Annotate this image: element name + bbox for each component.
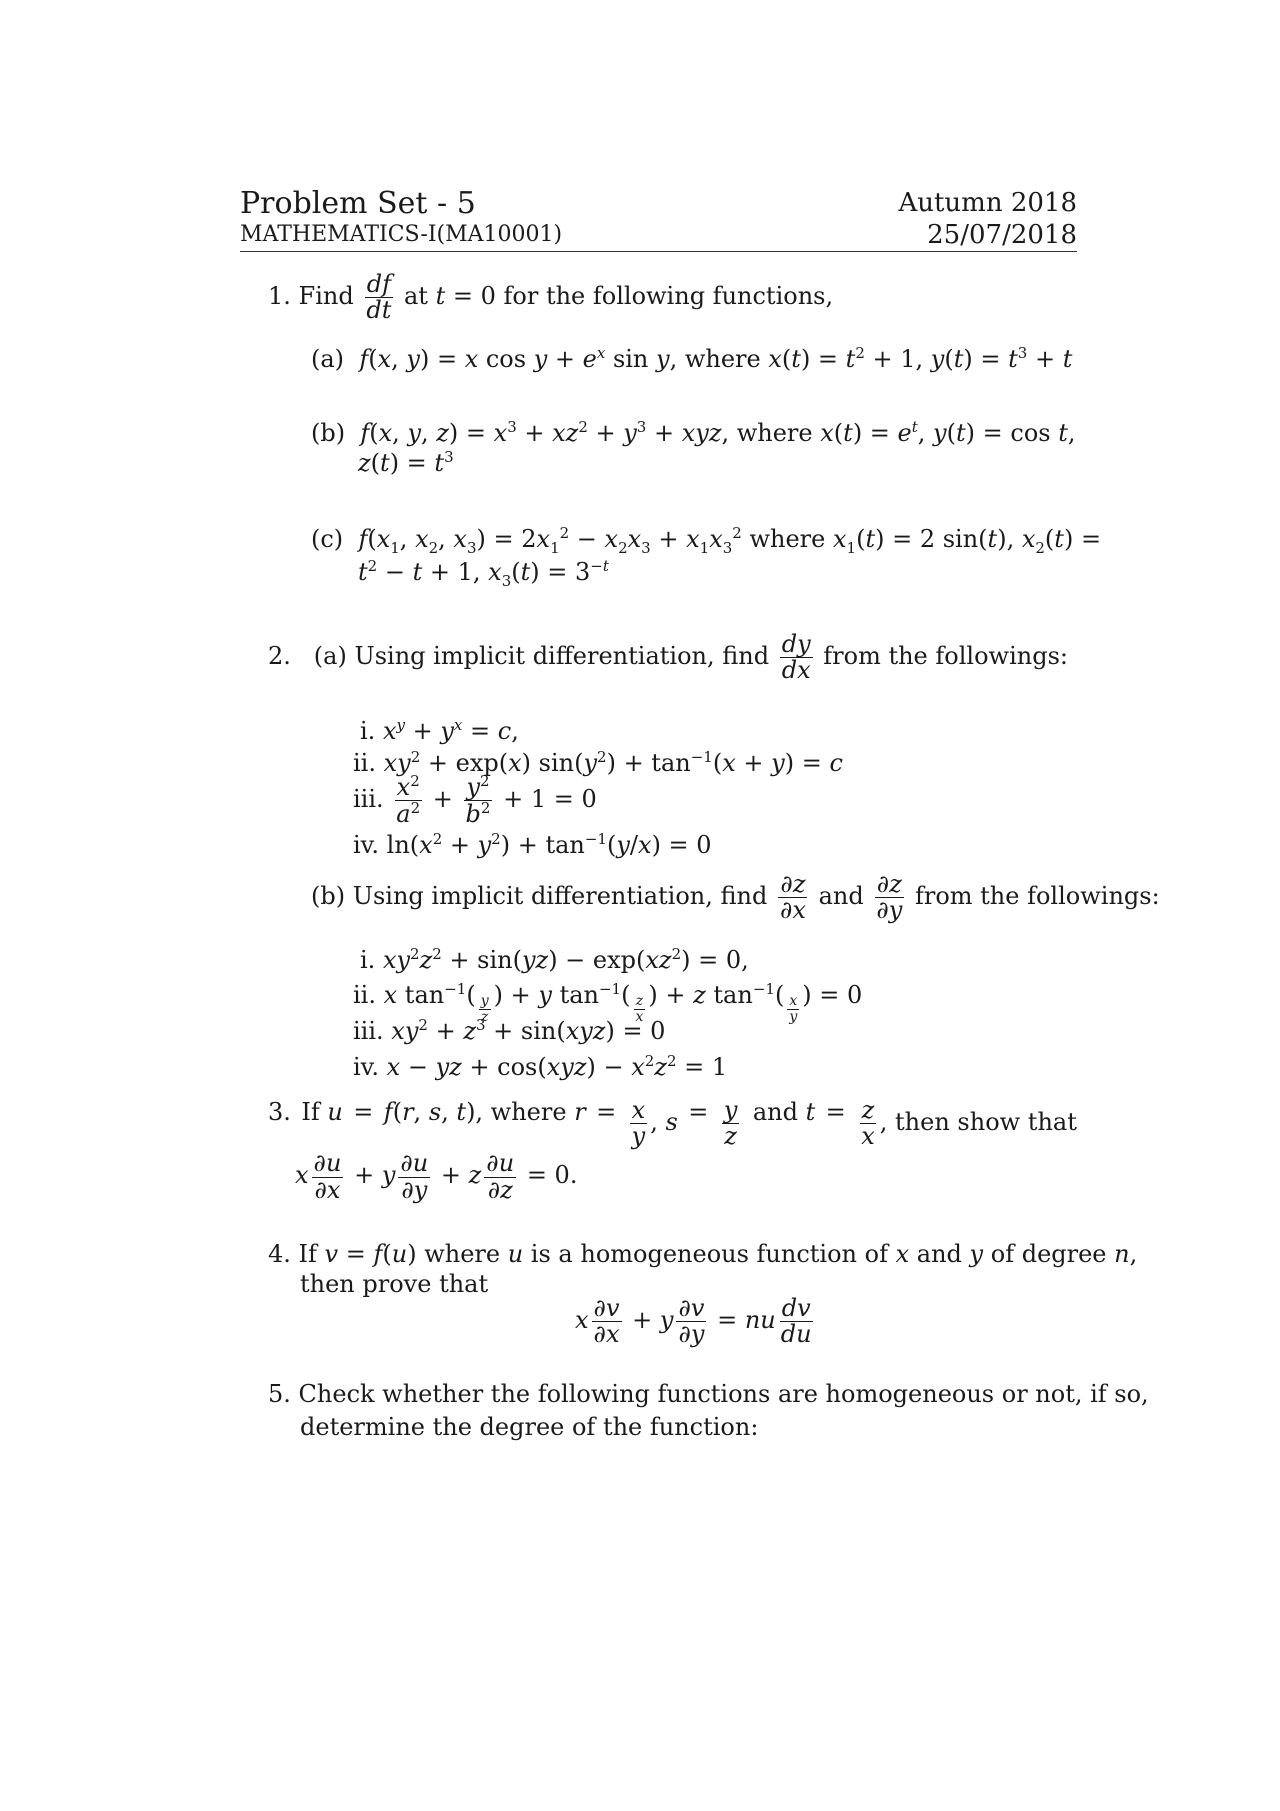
dz-dy-fraction: ∂z ∂y (874, 870, 904, 925)
and-text: and (818, 882, 864, 911)
item-label: iv. (353, 831, 380, 859)
problem-1a: (a) f(x, y) = x cos y + ex sin y, where … (311, 344, 1072, 374)
problem-2b-i: i. xy2z2 + sin(yz) − exp(xz2) = 0, (360, 945, 749, 974)
problem-2b-iv: iv. x − yz + cos(xyz) − x2z2 = 1 (353, 1052, 728, 1081)
header-rule (240, 251, 1077, 252)
problem-1b-line2: z(t) = t3 (358, 447, 454, 477)
problem-1b-line1: (b) f(x, y, z) = x3 + xz2 + y3 + xyz, wh… (311, 418, 1076, 447)
document-page: Problem Set - 5 MATHEMATICS-I(MA10001) A… (0, 0, 1280, 1811)
problem-2a-intro: 2. (a) Using implicit differentiation, f… (268, 630, 1068, 685)
problem-2a-iv: iv. ln(x2 + y2) + tan−1(y/x) = 0 (353, 830, 712, 859)
problem-2b-iii: iii. xy2 + z3 + sin(xyz) = 0 (353, 1016, 666, 1045)
intro-rest: at t = 0 for the following functions, (404, 282, 834, 311)
part-label: (c) (311, 525, 344, 553)
problem-5-text-1: Check whether the following functions ar… (298, 1380, 1149, 1408)
intro-text: Using implicit differentiation, find (352, 882, 768, 911)
part-label: (a) (313, 642, 347, 671)
part-label: (b) (311, 419, 346, 447)
problem-1c-line2: t2 − t + 1, x3(t) = 3−t (358, 556, 609, 590)
item-label: iii. (353, 1017, 384, 1045)
date: 25/07/2018 (927, 220, 1077, 250)
item-label: i. (360, 946, 376, 974)
df-dt-fraction: df dt (364, 270, 393, 325)
term: Autumn 2018 (898, 188, 1077, 218)
x-y-fraction: xy (629, 1096, 648, 1151)
problem-5-line1: 5. Check whether the following functions… (268, 1380, 1149, 1409)
part-label: (b) (311, 882, 346, 911)
item-label: ii. (353, 749, 376, 777)
y-z-fraction: yz (721, 1096, 740, 1151)
dy-dx-fraction: dy dx (779, 630, 813, 685)
intro-rest: from the followings: (914, 882, 1160, 911)
dz-dx-fraction: ∂z ∂x (778, 870, 808, 925)
problem-1-intro: 1. Find df dt at t = 0 for the following … (268, 270, 834, 325)
problem-5-line2: determine the degree of the function: (300, 1412, 759, 1441)
item-label: iv. (353, 1053, 380, 1081)
problem-set-title: Problem Set - 5 (240, 186, 476, 221)
problem-2b-intro: (b) Using implicit differentiation, find… (311, 870, 1160, 925)
problem-number: 4. (268, 1240, 291, 1268)
problem-number: 2. (268, 642, 291, 671)
problem-1a-expression: f(x, y) = x cos y + ex sin y, where x(t)… (359, 344, 1073, 373)
problem-1c-line1: (c) f(x1, x2, x3) = 2x12 − x2x3 + x1x32 … (311, 524, 1102, 557)
x2-a2-fraction: x2 a2 (394, 772, 422, 829)
problem-3: 3. If u = f(r, s, t), where r = xy, s = yz a… (268, 1096, 1077, 1204)
item-label: i. (360, 717, 376, 745)
problem-1c: (c) f(x1, x2, x3) = 2x12 − x2x3 + x1x32 … (311, 524, 1102, 590)
problem-3-line1: 3. If u = f(r, s, t), where r = xy, s = yz a… (268, 1096, 1077, 1151)
problem-number: 3. (268, 1098, 291, 1126)
problem-3-line2: x ∂u ∂x + y ∂u ∂y + z ∂u ∂z = 0. (295, 1149, 578, 1204)
item-label: ii. (353, 981, 376, 1009)
problem-2a-iii: iii. x2 a2 + y2 b2 + 1 = 0 (353, 772, 597, 829)
intro-text: Find (298, 282, 354, 311)
part-label: (a) (311, 345, 345, 373)
item-label: iii. (353, 785, 384, 814)
problem-number: 5. (268, 1380, 291, 1408)
course-name: MATHEMATICS-I(MA10001) (240, 222, 563, 247)
z-x-fraction: zx (859, 1096, 877, 1151)
intro-text: Using implicit differentiation, find (354, 642, 770, 671)
y2-b2-fraction: y2 b2 (464, 772, 492, 829)
problem-number: 1. (268, 282, 291, 311)
problem-4-line1: 4. If v = f(u) where u is a homogeneous … (268, 1240, 1138, 1268)
intro-rest: from the followings: (823, 642, 1068, 671)
problem-2a-i: i. xy + yx = c, (360, 716, 519, 745)
problem-4-display-equation: x ∂v ∂x + y ∂v ∂y = nu dv du (575, 1294, 813, 1349)
problem-5: 5. Check whether the following functions… (268, 1380, 1149, 1442)
problem-4-line2: then prove that (300, 1270, 489, 1298)
problem-1b: (b) f(x, y, z) = x3 + xz2 + y3 + xyz, wh… (311, 418, 1077, 478)
